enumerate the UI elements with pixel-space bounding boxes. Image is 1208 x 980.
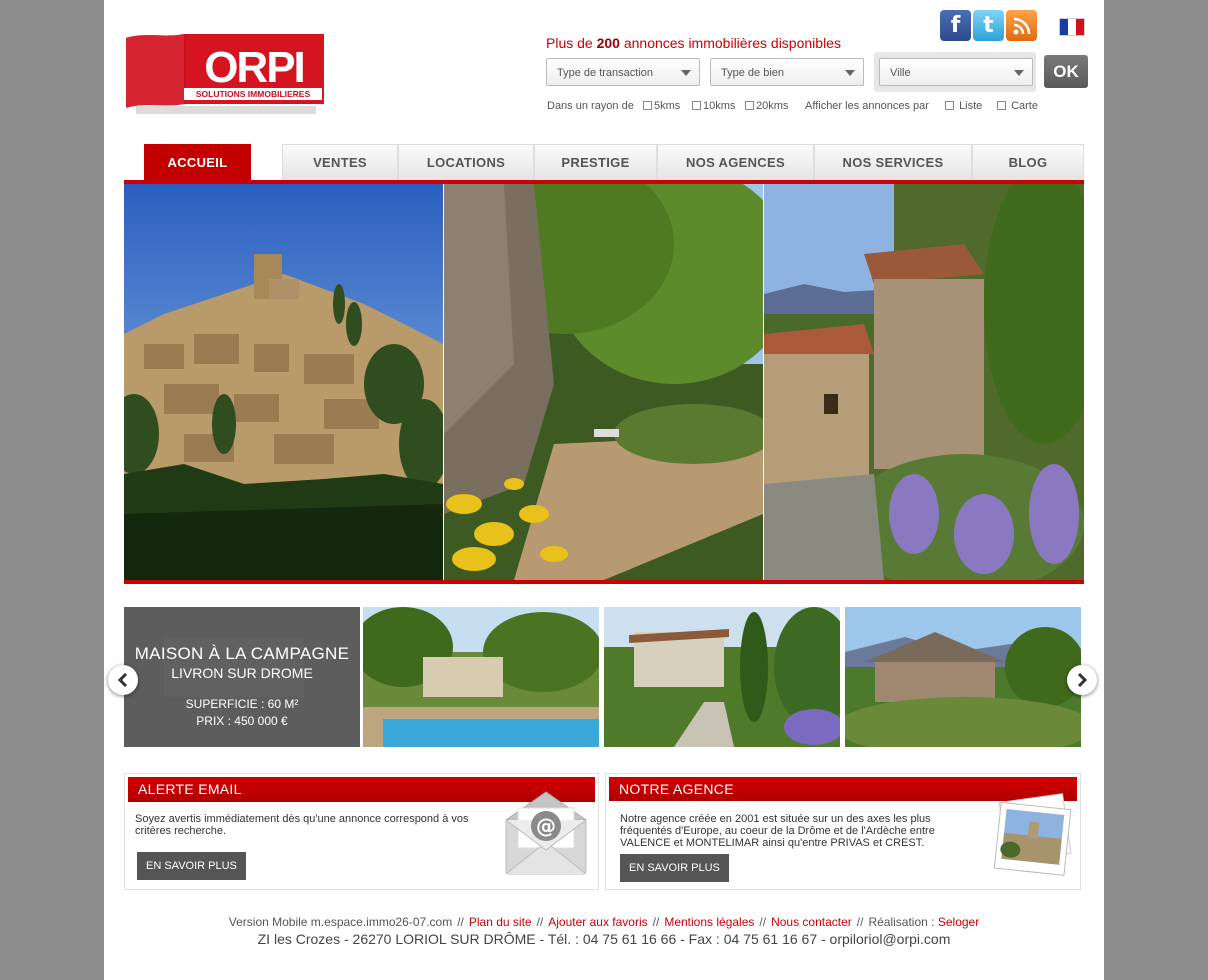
checkbox[interactable] xyxy=(745,101,754,110)
banner-underline xyxy=(124,580,1084,584)
realisation-label: Réalisation : xyxy=(868,915,935,929)
footer-address: ZI les Crozes - 26270 LORIOL SUR DRÔME -… xyxy=(257,931,951,947)
nav-blog[interactable]: BLOG xyxy=(972,144,1084,180)
rss-icon[interactable] xyxy=(1006,10,1037,41)
hero-banner xyxy=(124,184,1084,580)
city-select[interactable]: Ville xyxy=(879,58,1033,86)
footer-links: Version Mobile m.espace.immo26-07.com//P… xyxy=(228,915,980,929)
chevron-right-icon xyxy=(1077,673,1088,687)
carousel-prev-button[interactable] xyxy=(108,665,138,695)
footer-favorites-link[interactable]: Ajouter aux favoris xyxy=(548,915,647,929)
twitter-icon[interactable]: t xyxy=(973,10,1004,41)
chevron-down-icon xyxy=(845,70,855,76)
checkbox[interactable] xyxy=(692,101,701,110)
page: ORPI SOLUTIONS IMMOBILIERES f t Plus de … xyxy=(104,0,1104,980)
display-list[interactable]: Liste xyxy=(945,100,982,112)
nav-services[interactable]: NOS SERVICES xyxy=(814,144,972,180)
photo-polaroid-icon xyxy=(990,792,1078,883)
nav-accueil[interactable]: ACCUEIL xyxy=(144,144,251,180)
orpi-logo[interactable]: ORPI SOLUTIONS IMMOBILIERES xyxy=(124,30,329,118)
property-surface: SUPERFICIE : 60 M² xyxy=(185,697,299,711)
property-thumb-stone-house[interactable] xyxy=(845,607,1081,747)
search-ok-button[interactable]: OK xyxy=(1044,55,1088,88)
property-type-select[interactable]: Type de bien xyxy=(710,58,864,86)
carousel-next-button[interactable] xyxy=(1067,665,1097,695)
chevron-down-icon xyxy=(681,70,691,76)
email-alert-text: Soyez avertis immédiatement dès qu'une a… xyxy=(135,813,469,837)
chevron-down-icon xyxy=(1014,70,1024,76)
nav-ventes[interactable]: VENTES xyxy=(282,144,398,180)
email-envelope-icon: @ xyxy=(503,790,589,883)
property-caption: MAISON À LA CAMPAGNE LIVRON SUR DROME SU… xyxy=(124,607,360,747)
fr-flag-icon[interactable] xyxy=(1059,18,1085,36)
agency-box: NOTRE AGENCE Notre agence créée en 2001 … xyxy=(605,773,1081,890)
agency-more-button[interactable]: EN SAVOIR PLUS xyxy=(620,854,729,882)
mobile-version-text: Version Mobile m.espace.immo26-07.com xyxy=(228,915,453,929)
radius-20km[interactable]: 20kms xyxy=(745,100,788,112)
stone-house-photo xyxy=(764,184,1084,580)
display-label: Afficher les annonces par xyxy=(805,100,929,112)
property-card[interactable]: MAISON À LA CAMPAGNE LIVRON SUR DROME SU… xyxy=(124,607,360,747)
property-location: LIVRON SUR DROME xyxy=(171,665,313,681)
email-alert-box: ALERTE EMAIL Soyez avertis immédiatement… xyxy=(124,773,599,890)
svg-text:@: @ xyxy=(536,814,556,838)
property-thumb-pool[interactable] xyxy=(363,607,599,747)
nav-locations[interactable]: LOCATIONS xyxy=(398,144,534,180)
display-map[interactable]: Carte xyxy=(997,100,1038,112)
property-title: MAISON À LA CAMPAGNE xyxy=(134,644,350,663)
property-carousel: MAISON À LA CAMPAGNE LIVRON SUR DROME SU… xyxy=(124,607,1084,747)
chevron-left-icon xyxy=(117,673,128,687)
transaction-type-select[interactable]: Type de transaction xyxy=(546,58,700,86)
village-photo xyxy=(124,184,443,580)
radius-5km[interactable]: 5kms xyxy=(643,100,680,112)
footer-sitemap-link[interactable]: Plan du site xyxy=(469,915,532,929)
checkbox[interactable] xyxy=(997,101,1006,110)
logo-subtitle: SOLUTIONS IMMOBILIERES xyxy=(196,89,311,99)
property-price: PRIX : 450 000 € xyxy=(196,714,288,728)
logo-text: ORPI xyxy=(204,43,304,92)
checkbox[interactable] xyxy=(945,101,954,110)
nav-agences[interactable]: NOS AGENCES xyxy=(657,144,814,180)
listing-count: Plus de 200 annonces immobilières dispon… xyxy=(546,35,841,51)
footer-legal-link[interactable]: Mentions légales xyxy=(664,915,754,929)
main-nav: ACCUEIL VENTES LOCATIONS PRESTIGE NOS AG… xyxy=(124,144,1084,184)
agency-text: Notre agence créée en 2001 est située su… xyxy=(620,813,935,849)
footer-seloger-link[interactable]: Seloger xyxy=(938,915,979,929)
email-alert-more-button[interactable]: EN SAVOIR PLUS xyxy=(137,852,246,880)
footer-contact-link[interactable]: Nous contacter xyxy=(771,915,852,929)
radius-10km[interactable]: 10kms xyxy=(692,100,735,112)
garden-path-photo xyxy=(444,184,763,580)
nav-prestige[interactable]: PRESTIGE xyxy=(534,144,657,180)
checkbox[interactable] xyxy=(643,101,652,110)
radius-label: Dans un rayon de xyxy=(547,100,634,112)
facebook-icon[interactable]: f xyxy=(940,10,971,41)
property-thumb-manor[interactable] xyxy=(604,607,840,747)
